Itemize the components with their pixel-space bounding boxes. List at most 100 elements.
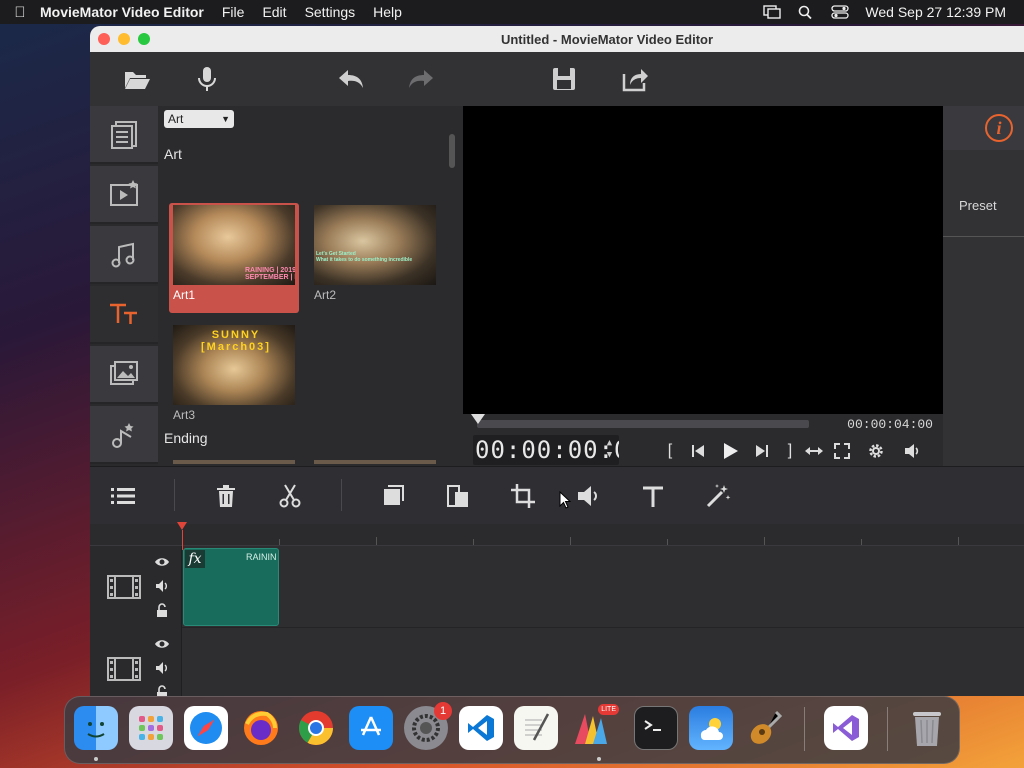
- properties-panel: i Preset: [943, 106, 1024, 466]
- toolbar-separator: [341, 479, 342, 511]
- menu-edit[interactable]: Edit: [262, 4, 286, 20]
- save-icon: [553, 68, 575, 90]
- pen-paper-icon: [525, 713, 550, 741]
- copy-icon: [384, 485, 404, 505]
- dock-launchpad[interactable]: [129, 706, 173, 750]
- dock-app-store[interactable]: [349, 706, 393, 750]
- dock-firefox[interactable]: [239, 706, 283, 750]
- dock-system-settings[interactable]: 1: [404, 702, 452, 750]
- thumbnail-caption: RAINING | 2019 SEPTEMBER | DAY: [245, 267, 295, 281]
- timeline-playhead-line: [182, 530, 183, 550]
- delete-button[interactable]: [211, 481, 241, 511]
- dock-separator: [887, 707, 888, 751]
- gear-icon: [869, 444, 883, 458]
- menu-app-name[interactable]: MovieMator Video Editor: [40, 4, 204, 20]
- menu-settings[interactable]: Settings: [305, 4, 356, 20]
- template-thumbnail: RAINING | 2019 SEPTEMBER | DAY: [173, 205, 295, 285]
- dock-finder[interactable]: [74, 706, 118, 750]
- export-button[interactable]: [618, 63, 652, 95]
- sidebar-item-photo[interactable]: [90, 346, 158, 404]
- video-preview[interactable]: [463, 106, 943, 414]
- dock-terminal[interactable]: [634, 706, 678, 750]
- volume-button[interactable]: [901, 440, 923, 462]
- apple-icon[interactable]: : [0, 4, 40, 21]
- mark-in-icon: [: [667, 442, 673, 459]
- dock-textedit[interactable]: [514, 706, 558, 750]
- speaker-icon[interactable]: [154, 660, 170, 676]
- timecode-field[interactable]: 00:00:00:00 ▲▼: [473, 435, 619, 465]
- next-frame-button[interactable]: [751, 440, 773, 462]
- dock-safari[interactable]: [184, 706, 228, 750]
- fullscreen-button[interactable]: [831, 440, 853, 462]
- save-button[interactable]: [547, 63, 581, 95]
- timecode-stepper[interactable]: ▲ ▼: [603, 437, 617, 463]
- sidebar-item-audio[interactable]: [90, 226, 158, 284]
- unlock-icon[interactable]: [154, 684, 170, 696]
- speaker-icon[interactable]: [154, 578, 170, 594]
- sidebar-item-files[interactable]: [90, 106, 158, 164]
- split-button[interactable]: [275, 481, 305, 511]
- window-title: Untitled - MovieMator Video Editor: [500, 31, 714, 47]
- mark-out-button[interactable]: ]: [779, 440, 801, 462]
- dock-garageband[interactable]: [744, 706, 788, 750]
- add-text-button[interactable]: [638, 481, 668, 511]
- eye-icon[interactable]: [154, 636, 170, 652]
- scissors-icon: [279, 484, 301, 508]
- eye-icon[interactable]: [154, 554, 170, 570]
- template-item-art1[interactable]: RAINING | 2019 SEPTEMBER | DAY Art1: [169, 203, 299, 313]
- mark-in-button[interactable]: [: [659, 440, 681, 462]
- preview-progress-bar[interactable]: [477, 420, 809, 428]
- copy-button[interactable]: [378, 481, 408, 511]
- prev-frame-button[interactable]: [687, 440, 709, 462]
- chrome-icon: [299, 711, 333, 745]
- template-thumbnail-partial[interactable]: [173, 460, 295, 464]
- timeline-playhead[interactable]: [177, 522, 187, 530]
- control-center-icon[interactable]: [831, 5, 850, 19]
- template-thumbnail-partial[interactable]: [314, 460, 436, 464]
- open-folder-button[interactable]: [120, 63, 154, 95]
- menu-help[interactable]: Help: [373, 4, 402, 20]
- unlock-icon[interactable]: [154, 602, 170, 618]
- template-item-art3[interactable]: SUNNY [March03] Art3: [169, 323, 299, 433]
- track-menu-button[interactable]: [108, 481, 138, 511]
- ruler-tick: [376, 537, 377, 545]
- spotlight-search-icon[interactable]: [797, 5, 815, 19]
- panel-scrollbar[interactable]: [449, 134, 455, 168]
- menu-file[interactable]: File: [222, 4, 245, 20]
- paste-button[interactable]: [443, 481, 473, 511]
- magic-effects-button[interactable]: [703, 481, 733, 511]
- audio-button[interactable]: [573, 481, 603, 511]
- play-button[interactable]: [719, 440, 741, 462]
- undo-button[interactable]: [334, 63, 368, 95]
- clip-label: RAINING: [246, 552, 276, 562]
- redo-button[interactable]: [404, 63, 438, 95]
- audio-effects-icon: [112, 423, 134, 448]
- info-tab[interactable]: i: [943, 106, 1024, 150]
- record-voice-button[interactable]: [190, 63, 224, 95]
- sidebar-item-video-effects[interactable]: [90, 166, 158, 224]
- preset-label[interactable]: Preset: [959, 198, 997, 213]
- dock: 1 LITE: [64, 696, 960, 764]
- dock-vscode[interactable]: [459, 706, 503, 750]
- fit-width-button[interactable]: [803, 440, 825, 462]
- sidebar-item-audio-effects[interactable]: [90, 406, 158, 464]
- dock-affinity[interactable]: LITE: [569, 704, 619, 750]
- section-title-ending: Ending: [164, 430, 208, 446]
- preview-playhead[interactable]: [471, 414, 485, 424]
- menu-datetime[interactable]: Wed Sep 27 12:39 PM: [865, 4, 1006, 20]
- template-item-art2[interactable]: Let's Get Started What it takes to do so…: [310, 203, 440, 313]
- preview-settings-button[interactable]: [865, 440, 887, 462]
- category-dropdown[interactable]: Art ▼: [164, 110, 234, 128]
- timeline-clip[interactable]: fx RAINING: [183, 548, 279, 626]
- dock-chrome[interactable]: [294, 706, 338, 750]
- dock-trash[interactable]: [905, 706, 949, 750]
- dock-weather[interactable]: [689, 706, 733, 750]
- display-icon[interactable]: [763, 5, 782, 19]
- fx-badge[interactable]: fx: [185, 550, 205, 568]
- ruler-tick: [958, 537, 959, 545]
- text-template-panel: Art ▼ Art RAINING | 2019 SEPTEMBER | DAY…: [158, 106, 463, 466]
- crop-button[interactable]: [508, 481, 538, 511]
- dock-visual-studio[interactable]: [824, 706, 868, 750]
- sidebar-item-text[interactable]: [90, 286, 158, 344]
- timeline-ruler[interactable]: [90, 524, 1024, 546]
